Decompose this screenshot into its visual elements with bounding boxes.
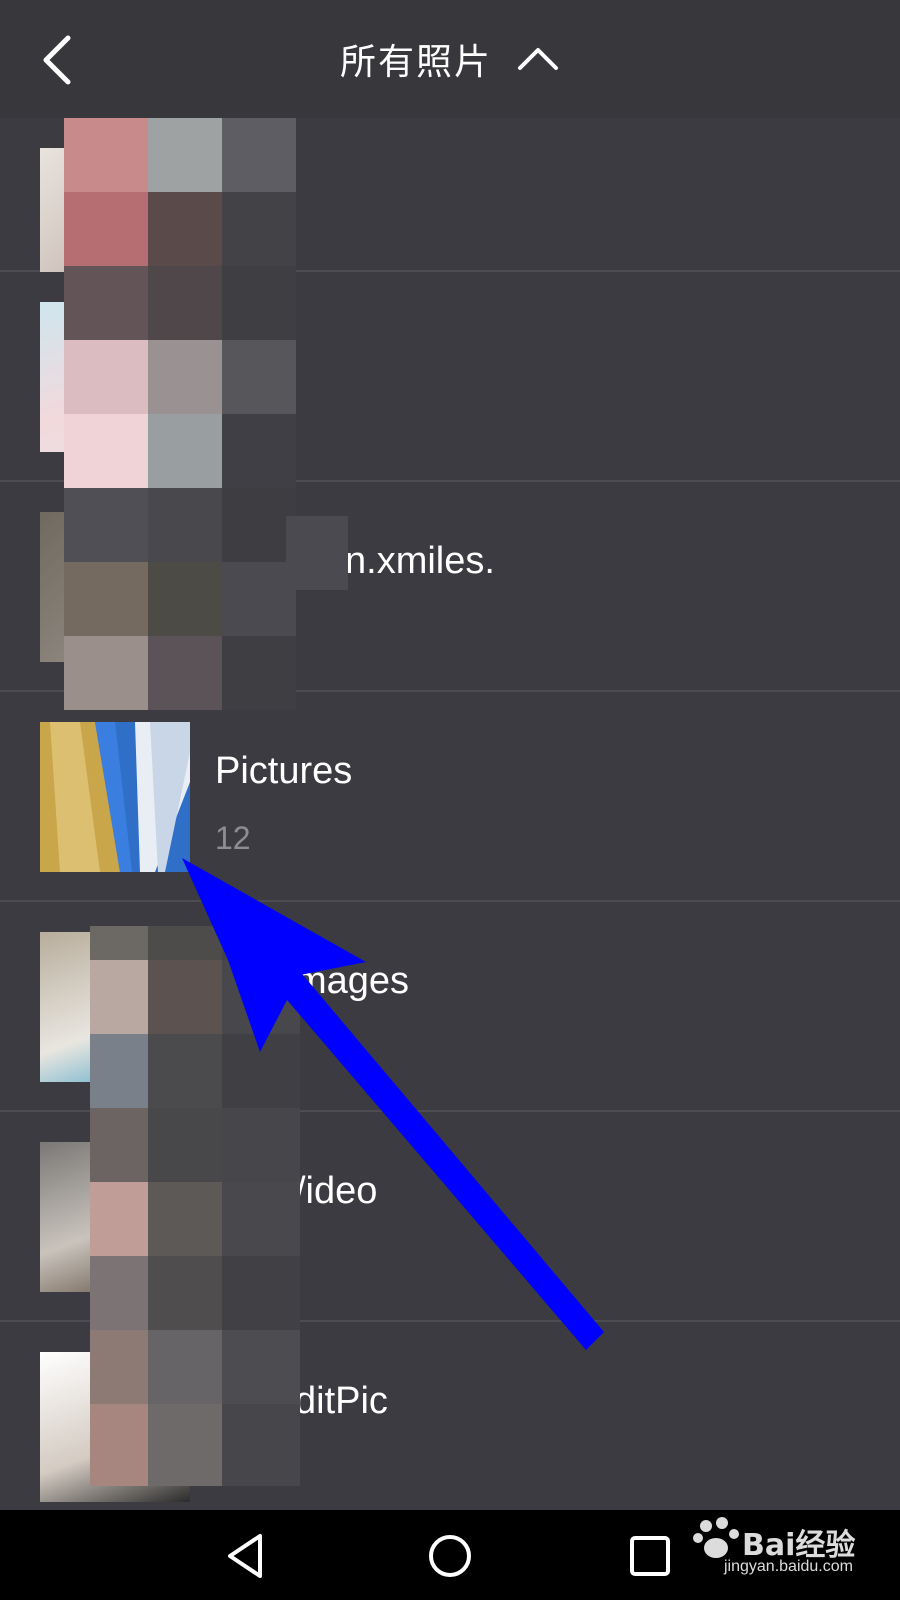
album-row-pictures[interactable]: Pictures 12	[0, 692, 900, 902]
nav-back-icon[interactable]	[222, 1530, 274, 1582]
privacy-mosaic-strip	[286, 516, 348, 590]
system-nav-bar: Bai经验 jingyan.baidu.com	[0, 1510, 900, 1600]
album-name: mages	[295, 960, 410, 1002]
album-count: 12	[215, 820, 251, 856]
nav-home-icon[interactable]	[424, 1530, 476, 1582]
nav-recents-icon[interactable]	[624, 1530, 676, 1582]
watermark-site: jingyan.baidu.com	[724, 1558, 853, 1575]
paw-icon	[693, 1517, 739, 1558]
album-thumbnail	[40, 722, 190, 872]
album-name: n.xmiles.	[345, 540, 495, 582]
privacy-mosaic-top	[64, 118, 296, 710]
album-name: Pictures	[215, 750, 353, 792]
baidu-jingyan-watermark: Bai经验 jingyan.baidu.com	[692, 1516, 882, 1586]
privacy-mosaic-bottom	[90, 926, 300, 1486]
album-name: /ideo	[295, 1170, 378, 1212]
album-name: ditPic	[295, 1380, 388, 1422]
